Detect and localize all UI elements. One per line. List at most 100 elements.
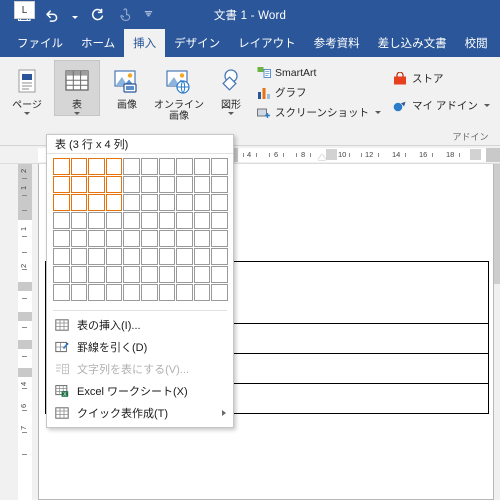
table-size-cell-2x4[interactable]	[105, 176, 123, 193]
table-size-cell-3x3[interactable]	[88, 194, 105, 211]
table-size-cell-7x10[interactable]	[211, 266, 228, 283]
table-size-cell-5x7[interactable]	[158, 230, 176, 247]
table-size-cell-7x2[interactable]	[70, 266, 88, 283]
table-size-cell-1x5[interactable]	[123, 158, 140, 175]
online-pictures-button[interactable]: オンライン 画像	[150, 60, 208, 123]
table-size-grid-row[interactable]	[52, 194, 228, 212]
tab-insert[interactable]: 挿入	[124, 29, 166, 57]
table-size-cell-3x4[interactable]	[105, 194, 123, 211]
table-size-cell-6x1[interactable]	[53, 248, 70, 265]
table-size-cell-6x3[interactable]	[88, 248, 105, 265]
picture-button[interactable]: 画像	[104, 60, 150, 112]
tab-design[interactable]: デザイン	[165, 29, 229, 57]
table-size-cell-7x8[interactable]	[176, 266, 193, 283]
table-size-cell-4x10[interactable]	[211, 212, 228, 229]
table-size-cell-7x6[interactable]	[140, 266, 158, 283]
pages-dropdown-icon[interactable]	[24, 112, 30, 115]
table-size-cell-4x3[interactable]	[88, 212, 105, 229]
smartart-button[interactable]: SmartArt	[254, 64, 385, 81]
shapes-button[interactable]: 図形	[208, 60, 254, 116]
my-addins-dropdown-icon[interactable]	[483, 104, 490, 107]
table-size-cell-2x6[interactable]	[140, 176, 158, 193]
table-size-cell-6x10[interactable]	[211, 248, 228, 265]
pages-button[interactable]: ページ	[4, 60, 50, 116]
table-size-cell-8x4[interactable]	[105, 284, 123, 301]
right-margin-marker[interactable]	[470, 149, 481, 160]
table-size-cell-1x10[interactable]	[211, 158, 228, 175]
table-size-grid-row[interactable]	[52, 158, 228, 176]
screenshot-button[interactable]: スクリーンショット	[254, 104, 385, 121]
screenshot-dropdown-icon[interactable]	[374, 111, 381, 114]
table-size-cell-1x3[interactable]	[88, 158, 105, 175]
table-size-cell-6x2[interactable]	[70, 248, 88, 265]
table-size-cell-1x9[interactable]	[193, 158, 211, 175]
tab-selector-button[interactable]: L	[14, 1, 35, 19]
tab-home[interactable]: ホーム	[72, 29, 124, 57]
menu-item-quick-tables[interactable]: クイック表作成(T)	[47, 402, 233, 424]
table-size-cell-6x6[interactable]	[140, 248, 158, 265]
table-size-cell-1x7[interactable]	[158, 158, 176, 175]
table-size-grid-row[interactable]	[52, 212, 228, 230]
table-size-cell-7x9[interactable]	[193, 266, 211, 283]
menu-item-excel-worksheet[interactable]: X Excel ワークシート(X)	[47, 380, 233, 402]
table-size-cell-2x8[interactable]	[176, 176, 193, 193]
table-size-cell-4x2[interactable]	[70, 212, 88, 229]
tab-review[interactable]: 校閲	[456, 29, 497, 57]
table-size-cell-1x1[interactable]	[53, 158, 70, 175]
table-size-cell-3x10[interactable]	[211, 194, 228, 211]
tab-references[interactable]: 参考資料	[305, 29, 369, 57]
indent-marker[interactable]	[318, 154, 326, 160]
tab-view[interactable]: 表	[497, 29, 500, 57]
table-size-cell-8x8[interactable]	[176, 284, 193, 301]
table-size-cell-5x5[interactable]	[123, 230, 140, 247]
table-size-cell-3x8[interactable]	[176, 194, 193, 211]
table-size-cell-3x9[interactable]	[193, 194, 211, 211]
table-size-cell-5x2[interactable]	[70, 230, 88, 247]
table-size-cell-2x1[interactable]	[53, 176, 70, 193]
table-size-grid[interactable]	[47, 154, 233, 307]
table-size-cell-5x9[interactable]	[193, 230, 211, 247]
table-size-grid-row[interactable]	[52, 266, 228, 284]
table-size-cell-4x5[interactable]	[123, 212, 140, 229]
table-size-cell-1x2[interactable]	[70, 158, 88, 175]
table-size-cell-6x4[interactable]	[105, 248, 123, 265]
table-size-cell-2x9[interactable]	[193, 176, 211, 193]
table-size-cell-7x7[interactable]	[158, 266, 176, 283]
table-size-cell-6x8[interactable]	[176, 248, 193, 265]
table-size-cell-1x8[interactable]	[176, 158, 193, 175]
table-size-cell-7x1[interactable]	[53, 266, 70, 283]
table-size-cell-8x9[interactable]	[193, 284, 211, 301]
table-size-cell-7x4[interactable]	[105, 266, 123, 283]
table-size-cell-8x2[interactable]	[70, 284, 88, 301]
vertical-ruler[interactable]: 2 1 1 2 4 6 7	[0, 164, 38, 500]
table-size-cell-4x4[interactable]	[105, 212, 123, 229]
table-size-cell-2x7[interactable]	[158, 176, 176, 193]
table-size-cell-8x7[interactable]	[158, 284, 176, 301]
table-size-cell-8x3[interactable]	[88, 284, 105, 301]
table-size-cell-3x5[interactable]	[123, 194, 140, 211]
table-size-grid-row[interactable]	[52, 176, 228, 194]
chart-button[interactable]: グラフ	[254, 84, 385, 101]
table-size-cell-8x10[interactable]	[211, 284, 228, 301]
tab-mailings[interactable]: 差し込み文書	[369, 29, 456, 57]
table-size-cell-6x7[interactable]	[158, 248, 176, 265]
table-size-cell-5x10[interactable]	[211, 230, 228, 247]
table-size-cell-6x9[interactable]	[193, 248, 211, 265]
table-size-cell-1x6[interactable]	[140, 158, 158, 175]
table-size-cell-4x8[interactable]	[176, 212, 193, 229]
table-size-cell-2x2[interactable]	[70, 176, 88, 193]
table-size-cell-4x1[interactable]	[53, 212, 70, 229]
table-size-cell-5x8[interactable]	[176, 230, 193, 247]
table-size-cell-3x2[interactable]	[70, 194, 88, 211]
tab-layout[interactable]: レイアウト	[229, 29, 305, 57]
table-size-cell-3x6[interactable]	[140, 194, 158, 211]
table-dropdown-icon[interactable]	[74, 112, 80, 115]
table-size-cell-4x9[interactable]	[193, 212, 211, 229]
table-size-cell-3x1[interactable]	[53, 194, 70, 211]
table-size-grid-row[interactable]	[52, 230, 228, 248]
shapes-dropdown-icon[interactable]	[228, 112, 234, 115]
table-size-cell-5x6[interactable]	[140, 230, 158, 247]
table-size-cell-1x4[interactable]	[105, 158, 123, 175]
table-size-cell-7x3[interactable]	[88, 266, 105, 283]
table-size-cell-8x6[interactable]	[140, 284, 158, 301]
